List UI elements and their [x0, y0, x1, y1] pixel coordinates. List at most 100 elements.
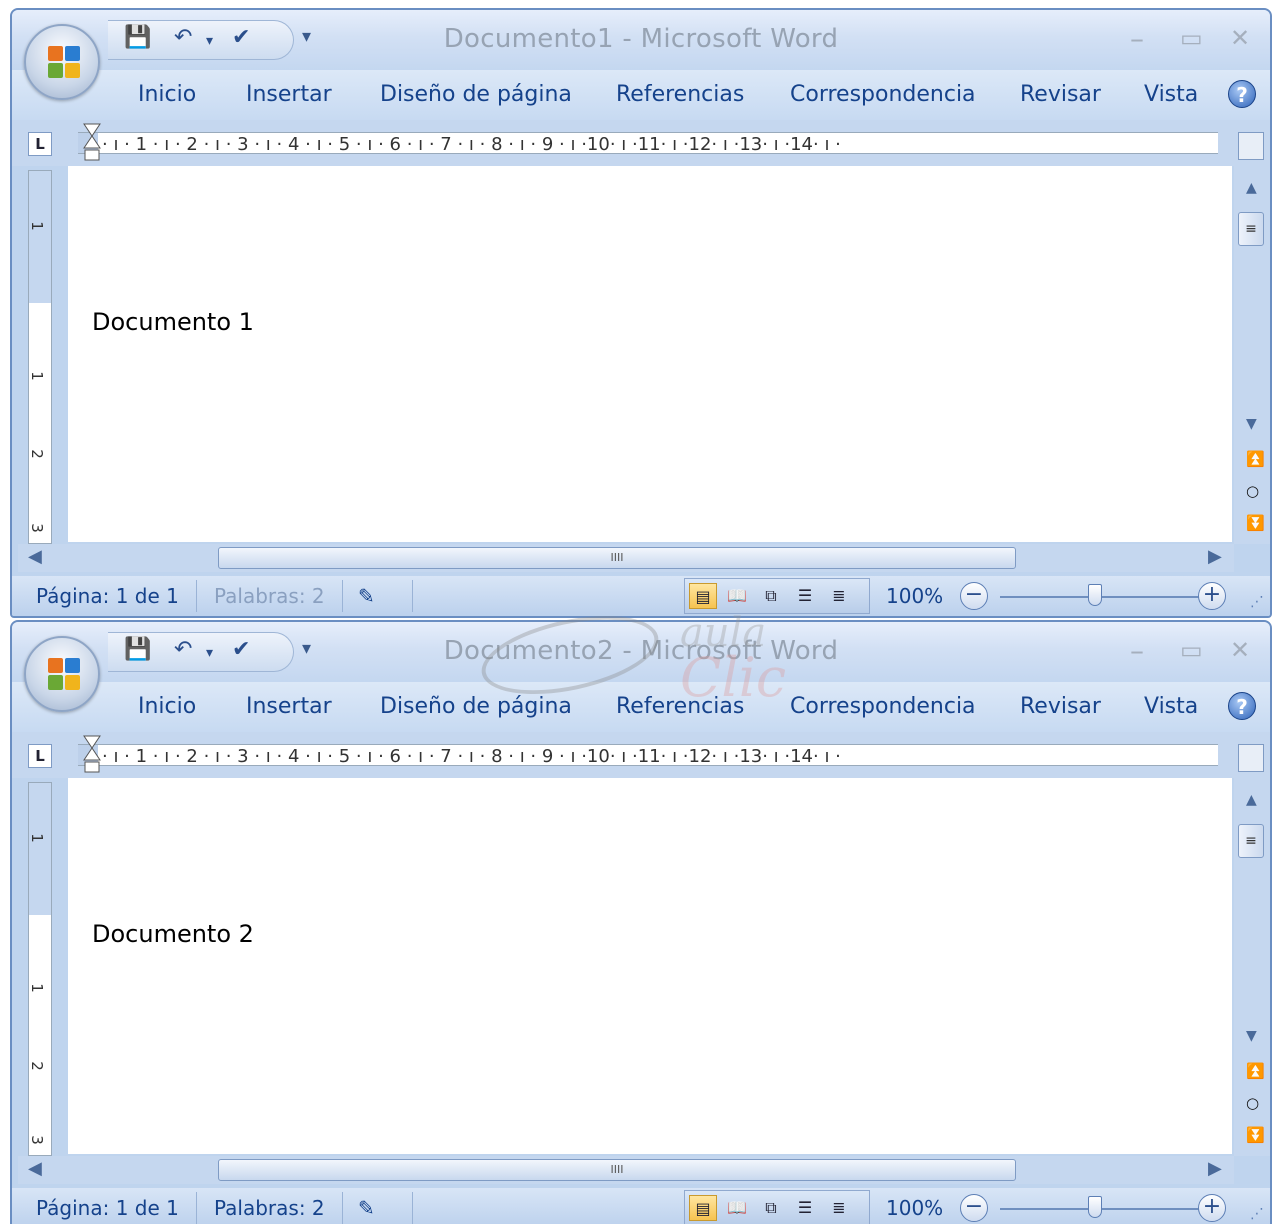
- print-layout-icon[interactable]: ▤: [689, 583, 717, 609]
- draft-view-icon[interactable]: ≣: [825, 583, 853, 609]
- tab-referencias[interactable]: Referencias: [616, 694, 744, 719]
- web-layout-icon[interactable]: ⧉: [757, 1195, 785, 1221]
- scroll-up-icon[interactable]: ▲: [1246, 180, 1257, 196]
- undo-dropdown-icon[interactable]: ▾: [206, 33, 213, 49]
- close-icon[interactable]: ✕: [1230, 24, 1250, 52]
- zoom-level[interactable]: 100%: [886, 1196, 943, 1220]
- next-page-icon[interactable]: ⏬: [1246, 1126, 1265, 1144]
- undo-dropdown-icon[interactable]: ▾: [206, 645, 213, 661]
- minimize-icon[interactable]: –: [1130, 634, 1144, 667]
- tab-referencias[interactable]: Referencias: [616, 82, 744, 107]
- outline-view-icon[interactable]: ☰: [791, 1195, 819, 1221]
- vscroll-thumb[interactable]: ≡: [1238, 212, 1264, 246]
- web-layout-icon[interactable]: ⧉: [757, 583, 785, 609]
- full-screen-reading-icon[interactable]: 📖: [723, 1195, 751, 1221]
- scroll-left-icon[interactable]: ◀: [28, 546, 42, 567]
- browse-object-icon[interactable]: ○: [1246, 482, 1259, 500]
- view-ruler-icon[interactable]: [1238, 132, 1264, 160]
- proofing-icon[interactable]: ✎: [358, 584, 375, 608]
- undo-icon[interactable]: ↶: [174, 25, 192, 50]
- close-icon[interactable]: ✕: [1230, 636, 1250, 664]
- tab-correspondencia[interactable]: Correspondencia: [790, 694, 976, 719]
- zoom-in-icon[interactable]: +: [1198, 1194, 1226, 1222]
- tab-revisar[interactable]: Revisar: [1020, 82, 1101, 107]
- document-text[interactable]: Documento 2: [92, 920, 254, 948]
- vertical-scrollbar[interactable]: ▲ ≡ ▼ ⏫ ○ ⏬: [1234, 778, 1270, 1156]
- browse-object-icon[interactable]: ○: [1246, 1094, 1259, 1112]
- title-bar[interactable]: Documento2 - Microsoft Word 💾 ↶ ▾ ✔ ▾ – …: [12, 622, 1270, 682]
- zoom-slider-thumb[interactable]: [1088, 584, 1102, 606]
- word-window-2[interactable]: Documento2 - Microsoft Word 💾 ↶ ▾ ✔ ▾ – …: [10, 620, 1272, 1224]
- scroll-down-icon[interactable]: ▼: [1246, 416, 1257, 432]
- horizontal-scrollbar[interactable]: ◀ IIII ▶: [18, 1156, 1234, 1184]
- scroll-down-icon[interactable]: ▼: [1246, 1028, 1257, 1044]
- zoom-level[interactable]: 100%: [886, 584, 943, 608]
- vertical-scrollbar[interactable]: ▲ ≡ ▼ ⏫ ○ ⏬: [1234, 166, 1270, 544]
- tab-correspondencia[interactable]: Correspondencia: [790, 82, 976, 107]
- scroll-left-icon[interactable]: ◀: [28, 1158, 42, 1179]
- tab-insertar[interactable]: Insertar: [246, 82, 332, 107]
- zoom-slider-thumb[interactable]: [1088, 1196, 1102, 1218]
- tab-selector-icon[interactable]: L: [28, 744, 52, 768]
- view-ruler-icon[interactable]: [1238, 744, 1264, 772]
- horizontal-ruler[interactable]: · ı · 1 · ı · 2 · ı · 3 · ı · 4 · ı · 5 …: [78, 744, 1218, 766]
- proofing-icon[interactable]: ✎: [358, 1196, 375, 1220]
- indent-marker-icon[interactable]: [82, 122, 102, 162]
- zoom-in-icon[interactable]: +: [1198, 582, 1226, 610]
- hscroll-thumb[interactable]: IIII: [218, 547, 1016, 569]
- outline-view-icon[interactable]: ☰: [791, 583, 819, 609]
- help-icon[interactable]: ?: [1228, 692, 1256, 720]
- page-count[interactable]: Página: 1 de 1: [36, 1196, 179, 1220]
- full-screen-reading-icon[interactable]: 📖: [723, 583, 751, 609]
- resize-grip-icon[interactable]: ⋰: [1250, 594, 1264, 610]
- horizontal-ruler[interactable]: · ı · 1 · ı · 2 · ı · 3 · ı · 4 · ı · 5 …: [78, 132, 1218, 154]
- minimize-icon[interactable]: –: [1130, 22, 1144, 55]
- tab-selector-icon[interactable]: L: [28, 132, 52, 156]
- tab-vista[interactable]: Vista: [1144, 694, 1198, 719]
- tab-inicio[interactable]: Inicio: [138, 82, 196, 107]
- page-count[interactable]: Página: 1 de 1: [36, 584, 179, 608]
- save-icon[interactable]: 💾: [124, 25, 151, 50]
- office-button[interactable]: [24, 24, 100, 100]
- zoom-out-icon[interactable]: −: [960, 582, 988, 610]
- vertical-ruler[interactable]: 1 1 2 3: [28, 170, 52, 544]
- tab-vista[interactable]: Vista: [1144, 82, 1198, 107]
- tab-insertar[interactable]: Insertar: [246, 694, 332, 719]
- word-count[interactable]: Palabras: 2: [214, 1196, 325, 1220]
- zoom-out-icon[interactable]: −: [960, 1194, 988, 1222]
- maximize-icon[interactable]: ▭: [1180, 24, 1203, 52]
- hscroll-thumb[interactable]: IIII: [218, 1159, 1016, 1181]
- document-text[interactable]: Documento 1: [92, 308, 254, 336]
- maximize-icon[interactable]: ▭: [1180, 636, 1203, 664]
- prev-page-icon[interactable]: ⏫: [1246, 1062, 1265, 1080]
- spellcheck-icon[interactable]: ✔: [232, 637, 250, 662]
- save-icon[interactable]: 💾: [124, 637, 151, 662]
- draft-view-icon[interactable]: ≣: [825, 1195, 853, 1221]
- document-page[interactable]: Documento 2: [68, 778, 1232, 1154]
- word-window-1[interactable]: Documento1 - Microsoft Word 💾 ↶ ▾ ✔ ▾ – …: [10, 8, 1272, 618]
- next-page-icon[interactable]: ⏬: [1246, 514, 1265, 532]
- document-page[interactable]: Documento 1: [68, 166, 1232, 542]
- title-bar[interactable]: Documento1 - Microsoft Word 💾 ↶ ▾ ✔ ▾ – …: [12, 10, 1270, 70]
- vertical-ruler[interactable]: 1 1 2 3: [28, 782, 52, 1156]
- office-button[interactable]: [24, 636, 100, 712]
- qat-customize-icon[interactable]: ▾: [302, 26, 311, 47]
- word-count[interactable]: Palabras: 2: [214, 584, 325, 608]
- tab-diseno-pagina[interactable]: Diseño de página: [380, 694, 572, 719]
- prev-page-icon[interactable]: ⏫: [1246, 450, 1265, 468]
- tab-revisar[interactable]: Revisar: [1020, 694, 1101, 719]
- help-icon[interactable]: ?: [1228, 80, 1256, 108]
- scroll-right-icon[interactable]: ▶: [1208, 546, 1222, 567]
- spellcheck-icon[interactable]: ✔: [232, 25, 250, 50]
- scroll-up-icon[interactable]: ▲: [1246, 792, 1257, 808]
- horizontal-scrollbar[interactable]: ◀ IIII ▶: [18, 544, 1234, 572]
- resize-grip-icon[interactable]: ⋰: [1250, 1206, 1264, 1222]
- tab-inicio[interactable]: Inicio: [138, 694, 196, 719]
- print-layout-icon[interactable]: ▤: [689, 1195, 717, 1221]
- indent-marker-icon[interactable]: [82, 734, 102, 774]
- scroll-right-icon[interactable]: ▶: [1208, 1158, 1222, 1179]
- tab-diseno-pagina[interactable]: Diseño de página: [380, 82, 572, 107]
- vscroll-thumb[interactable]: ≡: [1238, 824, 1264, 858]
- undo-icon[interactable]: ↶: [174, 637, 192, 662]
- qat-customize-icon[interactable]: ▾: [302, 638, 311, 659]
